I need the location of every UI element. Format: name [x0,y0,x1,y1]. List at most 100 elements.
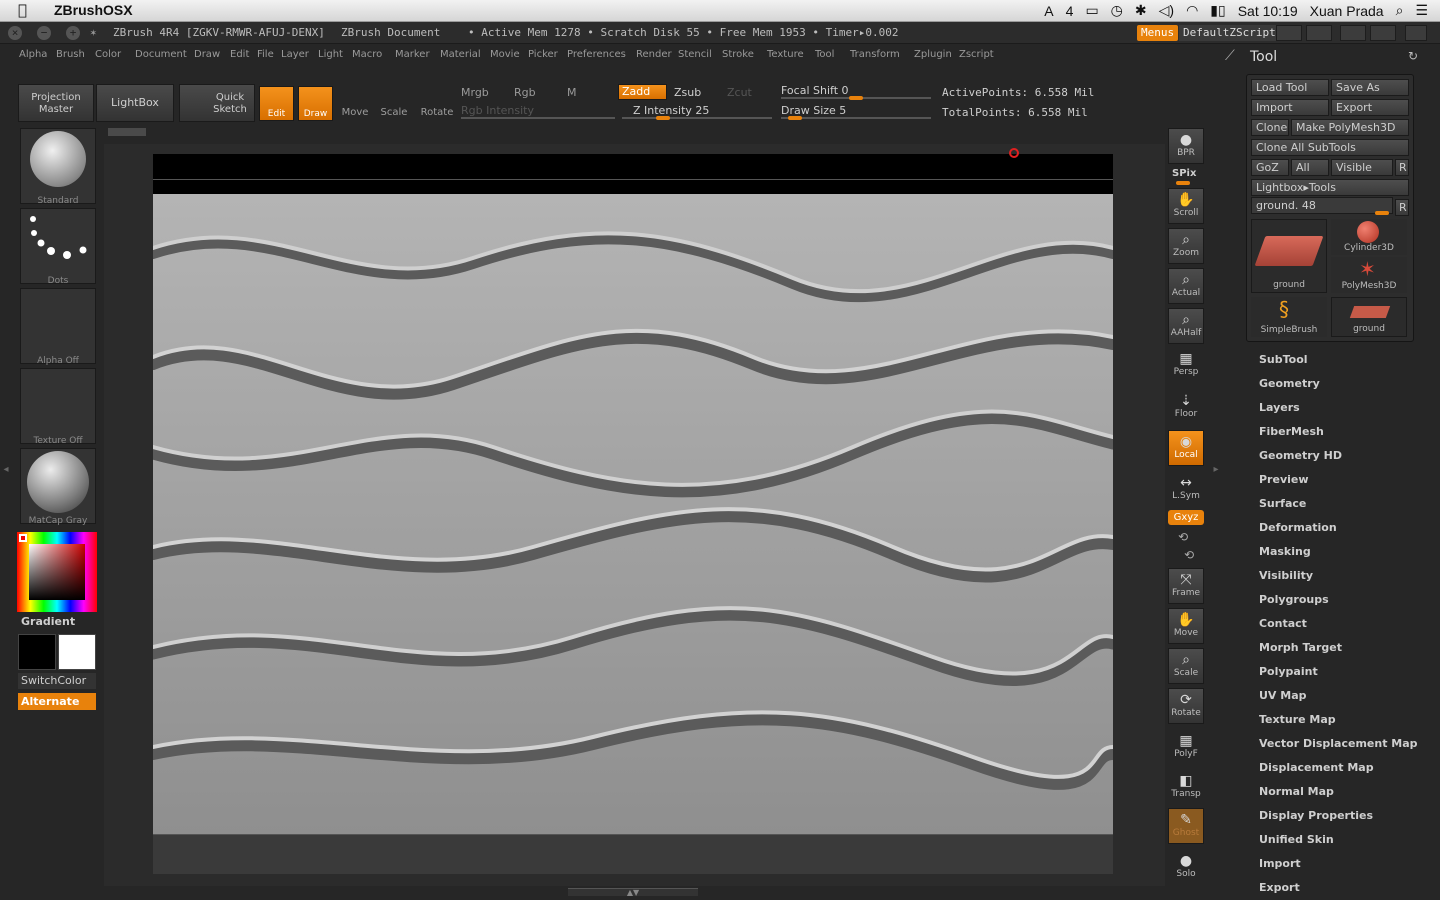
subpalette-polypaint[interactable]: Polypaint [1259,665,1318,678]
zsub-button[interactable]: Zsub [674,86,701,99]
menu-texture[interactable]: Texture [767,49,804,60]
app-name[interactable]: ZBrushOSX [54,2,133,18]
subpalette-display-properties[interactable]: Display Properties [1259,809,1373,822]
user-name[interactable]: Xuan Prada [1310,3,1384,19]
menu-preferences[interactable]: Preferences [567,49,626,60]
scale-button[interactable]: Scale [377,88,411,120]
color-picker[interactable] [17,532,97,612]
ui-layout-2-icon[interactable] [1370,25,1396,41]
lightbox-button[interactable]: LightBox [96,84,174,122]
tool-thumb-ground[interactable]: ground [1251,219,1327,293]
z-intensity-slider[interactable]: Z Intensity 25 [633,104,709,117]
quick-sketch-button[interactable]: Quick Sketch [179,84,255,122]
texture-thumbnail[interactable] [20,368,96,444]
mrgb-button[interactable]: Mrgb [461,86,489,99]
close-icon[interactable]: × [8,26,22,40]
menu-stencil[interactable]: Stencil [678,49,712,60]
default-zscript-button[interactable]: DefaultZScript [1179,25,1280,41]
refresh-icon[interactable]: ↻ [1408,49,1418,63]
subpalette-deformation[interactable]: Deformation [1259,521,1337,534]
projection-master-button[interactable]: Projection Master [18,84,94,122]
menu-movie[interactable]: Movie [490,49,520,60]
scroll-button[interactable]: ✋ Scroll [1168,188,1204,224]
m-button[interactable]: M [567,86,577,99]
apple-menu-icon[interactable]:  [18,1,27,19]
move-button[interactable]: Move [338,88,372,120]
rotate-z-icon[interactable]: ⟲ [1184,548,1194,562]
polyf-button[interactable]: ▦ PolyF [1168,730,1204,766]
zoom-button[interactable]: ⌕ Zoom [1168,228,1204,264]
time-machine-icon[interactable]: ◷ [1111,2,1123,19]
gradient-label[interactable]: Gradient [21,615,75,628]
rotate-button[interactable]: Rotate [419,88,455,120]
menu-transform[interactable]: Transform [850,49,900,60]
rotate-y-icon[interactable]: ⟲ [1178,530,1188,544]
subpalette-unified-skin[interactable]: Unified Skin [1259,833,1334,846]
viewport-canvas[interactable] [153,148,1113,874]
subpalette-import[interactable]: Import [1259,857,1301,870]
right-tray-arrow-icon[interactable]: ▸ [1210,450,1222,490]
focal-shift-knob[interactable] [849,96,863,100]
left-tray-arrow-icon[interactable]: ◂ [0,450,12,490]
menus-button[interactable]: Menus [1137,25,1179,41]
lsym-button[interactable]: ↔ L.Sym [1168,472,1204,508]
lightbox-tools-button[interactable]: Lightbox▸Tools [1251,179,1409,196]
color-picker-square[interactable] [29,544,85,600]
alpha-thumbnail[interactable] [20,288,96,364]
subpalette-contact[interactable]: Contact [1259,617,1307,630]
menu-stroke[interactable]: Stroke [722,49,754,60]
wifi-icon[interactable]: ◠ [1186,2,1198,19]
tool-thumb-simplebrush[interactable]: § SimpleBrush [1251,297,1327,337]
secondary-color-swatch[interactable] [58,634,96,670]
menu-zscript[interactable]: Zscript [959,49,994,60]
export-button[interactable]: Export [1331,99,1409,116]
menu-macro[interactable]: Macro [352,49,382,60]
goz-button[interactable]: GoZ [1251,159,1289,176]
current-tool-slider[interactable]: ground. 48 [1251,197,1393,214]
battery-icon[interactable]: ▮▯ [1210,2,1225,19]
subpalette-layers[interactable]: Layers [1259,401,1300,414]
local-button[interactable]: ◉ Local [1168,430,1204,466]
move-view-button[interactable]: ✋ Move [1168,608,1204,644]
menu-edit[interactable]: Edit [230,49,249,60]
subpalette-fibermesh[interactable]: FiberMesh [1259,425,1324,438]
menu-file[interactable]: File [257,49,274,60]
spix-slider-knob[interactable] [1176,181,1190,185]
menu-material[interactable]: Material [440,49,481,60]
subpalette-normal-map[interactable]: Normal Map [1259,785,1334,798]
tool-thumb-ground-2[interactable]: ground [1331,297,1407,337]
tray-handle[interactable] [108,128,146,136]
scale-view-button[interactable]: ⌕ Scale [1168,648,1204,684]
subpalette-export[interactable]: Export [1259,881,1300,894]
subpalette-uv-map[interactable]: UV Map [1259,689,1307,702]
aahalf-button[interactable]: ⌕ AAHalf [1168,308,1204,344]
subpalette-displacement-map[interactable]: Displacement Map [1259,761,1374,774]
adobe-icon[interactable]: A [1044,3,1053,19]
draw-button[interactable]: Draw [298,86,333,121]
bottom-tray-handle-icon[interactable]: ▲▼ [568,888,698,897]
draw-size-knob[interactable] [787,116,802,120]
sculpted-ground-mesh[interactable] [153,194,1113,834]
subpalette-geometry-hd[interactable]: Geometry HD [1259,449,1342,462]
all-button[interactable]: All [1291,159,1329,176]
notification-center-icon[interactable]: ☰ [1415,2,1428,19]
material-thumbnail[interactable] [20,448,96,524]
subpalette-surface[interactable]: Surface [1259,497,1306,510]
zadd-button[interactable]: Zadd [618,84,667,100]
subpalette-geometry[interactable]: Geometry [1259,377,1320,390]
import-button[interactable]: Import [1251,99,1329,116]
spix-label[interactable]: SPix [1172,168,1196,179]
switch-color-button[interactable]: SwitchColor [18,673,96,689]
brush-thumbnail[interactable] [20,128,96,204]
zcut-button[interactable]: Zcut [727,86,752,99]
persp-button[interactable]: ▦ Persp [1168,348,1204,384]
spotlight-search-icon[interactable]: ⌕ [1396,2,1404,19]
menu-layer[interactable]: Layer [281,49,309,60]
z-intensity-knob[interactable] [656,116,670,120]
stroke-thumbnail[interactable] [20,208,96,284]
menu-zplugin[interactable]: Zplugin [914,49,952,60]
bluetooth-icon[interactable]: ✱ [1135,2,1147,19]
clone-button[interactable]: Clone [1251,119,1289,136]
minimize-icon[interactable]: − [37,26,51,40]
subpalette-subtool[interactable]: SubTool [1259,353,1308,366]
